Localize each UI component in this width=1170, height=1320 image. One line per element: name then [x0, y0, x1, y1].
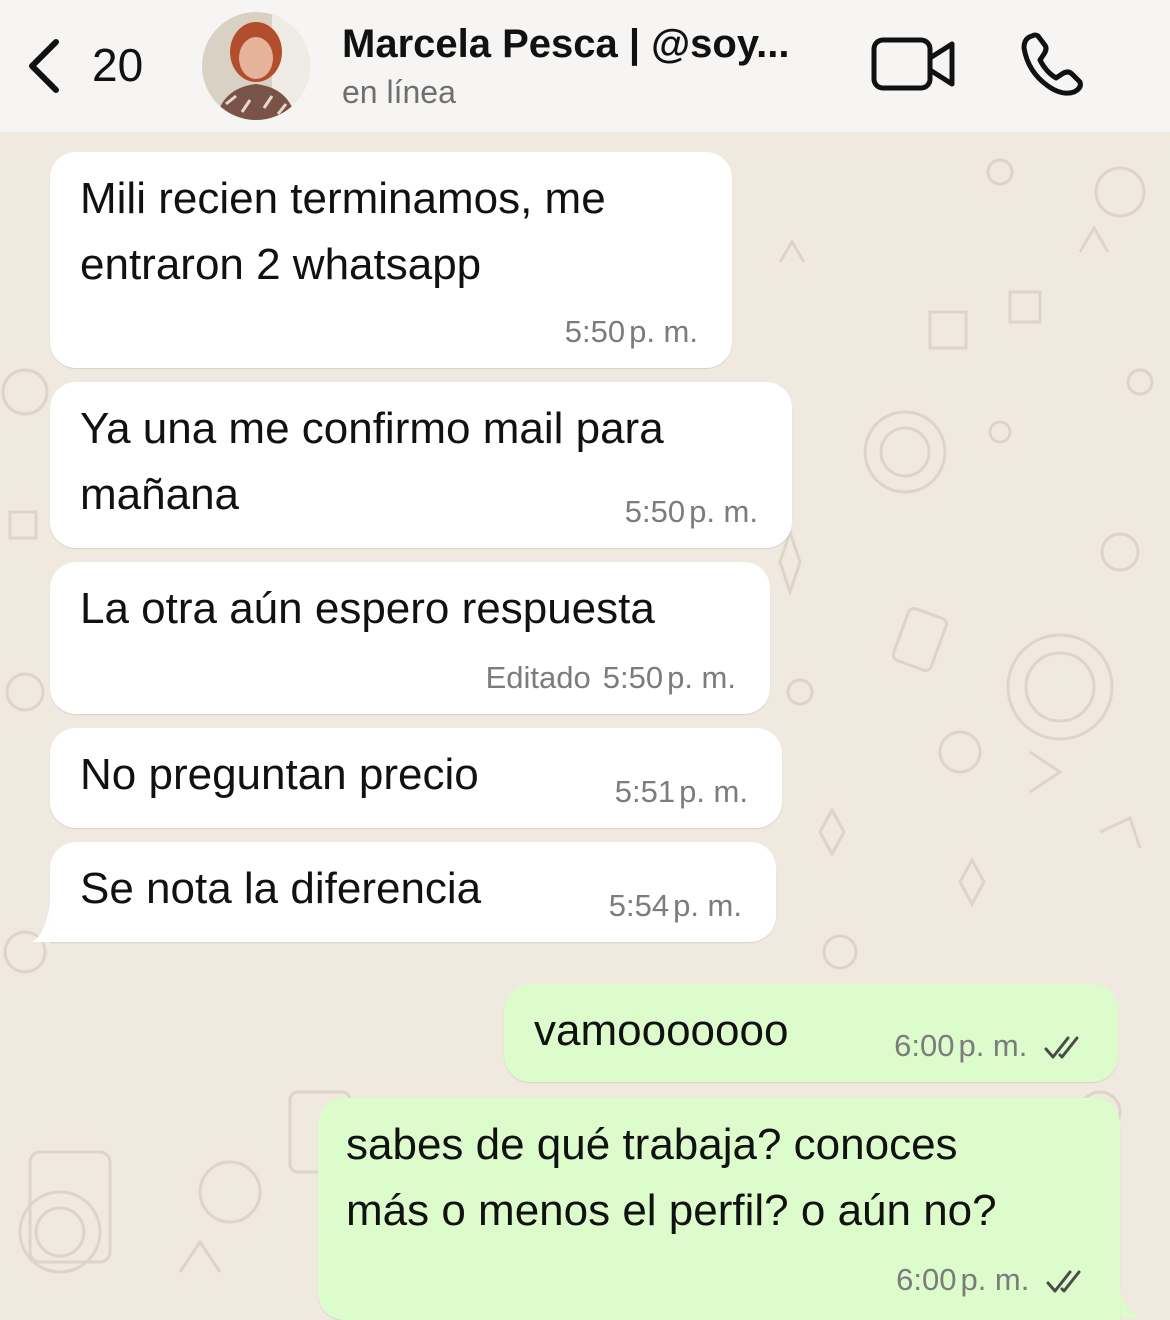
phone-icon[interactable]	[1018, 30, 1090, 98]
message-bubble-incoming[interactable]: Mili recien terminamos, me entraron 2 wh…	[50, 152, 732, 368]
message-text: Se nota la diferencia	[80, 864, 482, 913]
message-text: Ya una me confirmo mail para	[80, 404, 664, 453]
message-text: mañana	[80, 470, 240, 519]
message-timestamp: Editado 5:50 p. m.	[485, 660, 736, 695]
message-timestamp: 5:50 p. m.	[564, 314, 698, 349]
message-bubble-outgoing[interactable]: sabes de qué trabaja? conoces más o meno…	[318, 1098, 1120, 1320]
message-text: Mili recien terminamos, me	[80, 174, 606, 223]
double-check-icon	[1044, 1036, 1079, 1059]
double-check-icon	[1046, 1270, 1081, 1293]
message-text: vamooooooo	[534, 1006, 789, 1055]
message-bubble-outgoing[interactable]: vamooooooo 6:00 p. m.	[504, 984, 1118, 1082]
message-bubble-incoming[interactable]: Ya una me confirmo mail para mañana 5:50…	[50, 382, 792, 548]
message-timestamp: 5:54 p. m.	[608, 888, 742, 923]
message-bubble-incoming[interactable]: No preguntan precio 5:51 p. m.	[50, 728, 782, 828]
chevron-left-icon[interactable]	[22, 36, 68, 96]
chat-area[interactable]: Mili recien terminamos, me entraron 2 wh…	[0, 132, 1170, 1320]
unread-count[interactable]: 20	[92, 38, 143, 92]
message-text: más o menos el perfil? o aún no?	[346, 1186, 997, 1235]
video-camera-icon[interactable]	[870, 34, 958, 94]
message-timestamp: 5:50 p. m.	[624, 494, 758, 529]
message-text: entraron 2 whatsapp	[80, 240, 482, 289]
edited-label: Editado	[485, 660, 591, 695]
message-bubble-incoming[interactable]: Se nota la diferencia 5:54 p. m.	[50, 842, 776, 942]
contact-name[interactable]: Marcela Pesca | @soy...	[342, 22, 789, 67]
message-text: sabes de qué trabaja? conoces	[346, 1120, 958, 1169]
message-timestamp: 6:00 p. m.	[896, 1262, 1092, 1298]
message-timestamp: 6:00 p. m.	[894, 1028, 1090, 1064]
chat-header: 20 Marcela Pesca | @soy... en línea	[0, 0, 1170, 132]
avatar[interactable]	[202, 12, 310, 120]
message-text: No preguntan precio	[80, 750, 479, 799]
message-timestamp: 5:51 p. m.	[614, 774, 748, 809]
message-bubble-incoming[interactable]: La otra aún espero respuesta Editado 5:50…	[50, 562, 770, 714]
message-text: La otra aún espero respuesta	[80, 584, 655, 633]
contact-status: en línea	[342, 74, 456, 110]
